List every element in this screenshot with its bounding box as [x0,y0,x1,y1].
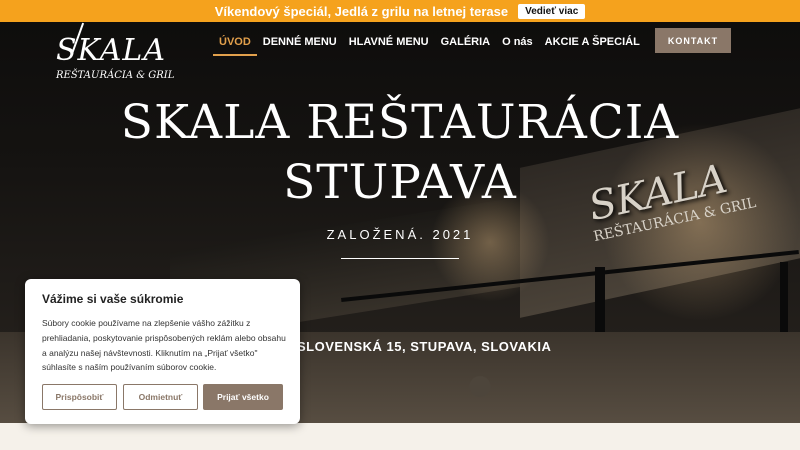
promo-text: Víkendový špeciál, Jedlá z grilu na letn… [214,3,509,19]
cookie-reject-button[interactable]: Odmietnuť [123,384,198,410]
nav-item-akcie[interactable]: AKCIE A ŠPECIÁL [539,35,646,56]
cookie-customize-button[interactable]: Prispôsobiť [42,384,117,410]
hero-title-line2: STUPAVA [283,155,517,210]
promo-more-button[interactable]: Vedieť viac [518,3,586,19]
contact-button[interactable]: KONTAKT [655,28,731,53]
main-nav: ÚVOD DENNÉ MENU HLAVNÉ MENU GALÉRIA O ná… [213,35,646,56]
cookie-body: Súbory cookie používame na zlepšenie váš… [42,318,286,373]
hero-address: SLOVENSKÁ 15, STUPAVA, SLOVAKIA [297,339,552,354]
promo-bar: Víkendový špeciál, Jedlá z grilu na letn… [0,0,800,22]
hero-divider [341,258,459,259]
cookie-title: Vážime si vaše súkromie [42,292,184,306]
logo-sub-text: REŠTAURÁCIA & GRIL [56,70,175,81]
cookie-dialog: Vážime si vaše súkromie Súbory cookie po… [25,279,300,424]
nav-item-galeria[interactable]: GALÉRIA [435,35,497,56]
hero-title-line1: SKALA REŠTAURÁCIA [120,95,680,150]
nav-item-denne-menu[interactable]: DENNÉ MENU [257,35,343,56]
footer-strip [0,423,800,450]
nav-item-o-nas[interactable]: O nás [496,35,539,56]
nav-item-uvod[interactable]: ÚVOD [213,35,257,56]
cookie-accept-button[interactable]: Prijať všetko [203,384,283,410]
nav-item-hlavne-menu[interactable]: HLAVNÉ MENU [343,35,435,56]
site-logo[interactable]: SKALA REŠTAURÁCIA & GRIL [56,22,175,81]
hero-subtitle: ZALOŽENÁ. 2021 [326,227,474,242]
